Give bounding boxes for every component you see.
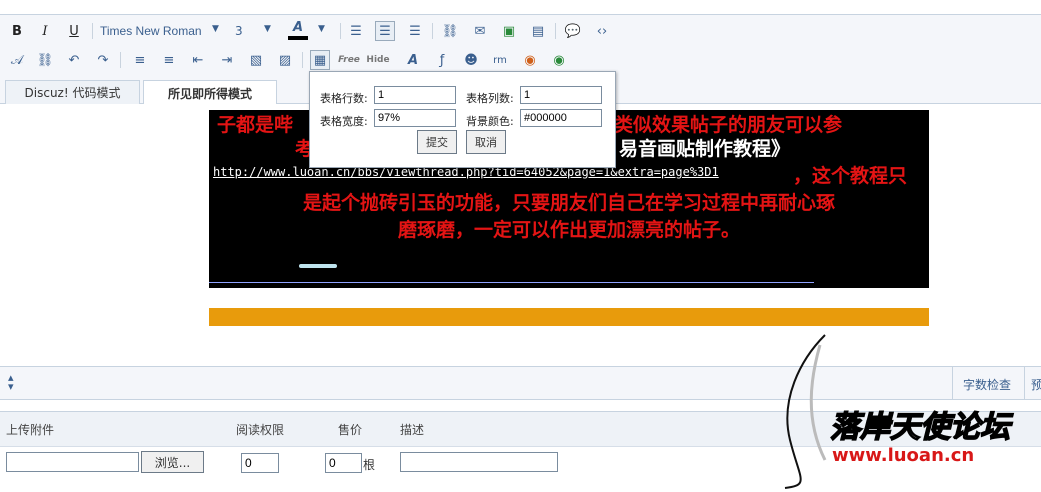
separator [92, 23, 93, 39]
content-line: ，这个教程只 [793, 165, 908, 187]
rows-input[interactable] [374, 86, 456, 104]
chevron-down-icon[interactable]: ▼ [212, 24, 219, 34]
font-color-button[interactable]: A [288, 20, 308, 42]
content-line: 易音画贴制作教程》 [619, 138, 791, 160]
qq-icon[interactable]: ☻ [461, 50, 481, 70]
italic-button[interactable]: I [35, 21, 55, 41]
watermark-title: 落岸天使论坛 [829, 409, 1011, 446]
watermark-url: www.luoan.cn [832, 445, 975, 466]
submit-button[interactable]: 提交 [417, 130, 457, 154]
price-input[interactable] [325, 453, 362, 473]
free-tag-icon[interactable]: Free [338, 50, 360, 70]
hide-tag-icon[interactable]: Hide [366, 50, 389, 70]
desc-label: 描述 [400, 423, 425, 437]
unlink-icon[interactable]: ⛓ [35, 50, 55, 70]
tab-discuz-code[interactable]: Discuz! 代码模式 [5, 80, 140, 104]
site-watermark: 落岸天使论坛 www.luoan.cn [780, 330, 1041, 489]
float-right-icon[interactable]: ▨ [275, 50, 295, 70]
editor-toolbar: B I U Times New Roman ▼ 3 ▼ A ▼ ☰ ☰ ☰ ⛓ … [0, 15, 1041, 77]
flash-icon[interactable]: ƒ [432, 50, 452, 70]
align-center-button[interactable]: ☰ [375, 21, 395, 41]
bg-color-label: 背景颜色: [466, 115, 514, 128]
cols-label: 表格列数: [466, 92, 514, 105]
content-line: 子都是哔 [217, 114, 294, 136]
table-insert-dialog: 表格行数: 表格列数: 表格宽度: 背景颜色: 提交 取消 [309, 71, 616, 168]
width-label: 表格宽度: [320, 115, 368, 128]
content-line: 类似效果帖子的朋友可以参 [614, 114, 843, 136]
ordered-list-icon[interactable]: ≡ [130, 50, 150, 70]
link-icon[interactable]: ⛓ [440, 21, 460, 41]
separator [340, 23, 341, 39]
price-label: 售价 [338, 423, 363, 437]
decoration-line [209, 282, 814, 283]
bg-color-input[interactable] [520, 109, 602, 127]
unordered-list-icon[interactable]: ≡ [159, 50, 179, 70]
remove-format-icon[interactable]: 𝒜 [7, 50, 27, 70]
separator [555, 23, 556, 39]
bold-button[interactable]: B [7, 21, 27, 41]
file-path-input[interactable] [6, 452, 139, 472]
image-icon[interactable]: ▣ [499, 21, 519, 41]
undo-icon[interactable]: ↶ [64, 50, 84, 70]
chevron-down-icon[interactable]: ▼ [318, 24, 325, 34]
font-name-select[interactable]: Times New Roman [100, 24, 202, 38]
browse-button[interactable]: 浏览... [141, 451, 204, 473]
read-perm-input[interactable] [241, 453, 279, 473]
code-icon[interactable]: ‹› [592, 21, 612, 41]
separator [302, 52, 303, 68]
font-style-icon[interactable]: A [403, 50, 423, 70]
font-color-swatch [288, 36, 308, 40]
upload-label: 上传附件 [6, 423, 55, 437]
outdent-icon[interactable]: ⇤ [188, 50, 208, 70]
rows-label: 表格行数: [320, 92, 368, 105]
email-icon[interactable]: ✉ [470, 21, 490, 41]
table-icon[interactable]: ▦ [310, 50, 330, 70]
content-line: 磨琢磨，一定可以作出更加漂亮的帖子。 [397, 219, 740, 241]
realmedia-icon[interactable]: rm [490, 50, 510, 70]
separator [432, 23, 433, 39]
underline-button[interactable]: U [64, 21, 84, 41]
float-left-icon[interactable]: ▧ [246, 50, 266, 70]
width-input[interactable] [374, 109, 456, 127]
orange-bar [209, 308, 929, 326]
font-size-select[interactable]: 3 [235, 24, 243, 38]
description-input[interactable] [400, 452, 558, 472]
resize-handle-icon[interactable]: ▴ ▾ [8, 372, 14, 392]
indent-icon[interactable]: ⇥ [217, 50, 237, 70]
video-icon[interactable]: ◉ [549, 50, 569, 70]
font-color-icon: A [292, 20, 304, 35]
align-right-button[interactable]: ☰ [405, 21, 425, 41]
cols-input[interactable] [520, 86, 602, 104]
decoration [299, 264, 337, 268]
media-icon[interactable]: ▤ [528, 21, 548, 41]
price-unit: 根 [363, 458, 376, 472]
music-icon[interactable]: ◉ [520, 50, 540, 70]
content-line: 是起个抛砖引玉的功能，只要朋友们自己在学习过程中再耐心琢 [302, 192, 835, 214]
tab-wysiwyg[interactable]: 所见即所得模式 [143, 80, 277, 105]
chevron-down-icon[interactable]: ▼ [264, 24, 271, 34]
cancel-button[interactable]: 取消 [466, 130, 506, 154]
separator [120, 52, 121, 68]
align-left-button[interactable]: ☰ [346, 21, 366, 41]
quote-icon[interactable]: 💬 [563, 21, 583, 41]
read-perm-label: 阅读权限 [236, 423, 285, 437]
redo-icon[interactable]: ↷ [93, 50, 113, 70]
